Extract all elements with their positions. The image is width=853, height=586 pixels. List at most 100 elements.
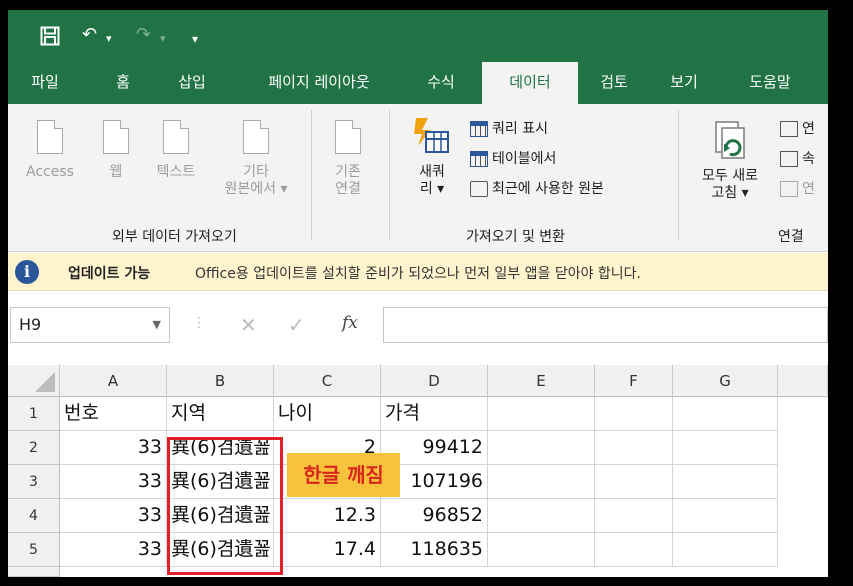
cell-g3[interactable] [673, 465, 778, 499]
other-sources-button[interactable]: 기타 원본에서 ▾ [208, 120, 304, 198]
tab-view[interactable]: 보기 [660, 62, 708, 104]
cell-c5[interactable]: 17.4 [274, 533, 381, 567]
column-header-d[interactable]: D [381, 365, 488, 397]
web-button[interactable]: 웹 [96, 120, 136, 181]
tab-page-layout[interactable]: 페이지 레이아웃 [244, 62, 394, 104]
cell-a2[interactable]: 33 [60, 431, 167, 465]
formula-bar: H9 ▼ ⋮ ✕ ✓ fx [8, 291, 828, 365]
redo-icon[interactable]: ↷ [136, 24, 151, 46]
cell-e5[interactable] [488, 533, 595, 567]
column-header-c[interactable]: C [274, 365, 381, 397]
cell-a4[interactable]: 33 [60, 499, 167, 533]
tab-insert[interactable]: 삽입 [168, 62, 216, 104]
formula-input[interactable] [383, 307, 828, 343]
ribbon-separator [311, 110, 312, 240]
cell-d5[interactable]: 118635 [381, 533, 488, 567]
customize-toolbar-icon[interactable]: ▾ [192, 28, 198, 50]
properties-button[interactable]: 속 [780, 148, 815, 170]
group-label-external-data: 외부 데이터 가져오기 [112, 229, 237, 245]
cell-c1[interactable]: 나이 [274, 397, 381, 431]
connections-label: 연 [802, 121, 815, 137]
connections-button[interactable]: 연 [780, 118, 815, 140]
access-button[interactable]: Access [20, 120, 80, 181]
cell-g5[interactable] [673, 533, 778, 567]
cell-d4[interactable]: 96852 [381, 499, 488, 533]
group-label-get-transform: 가져오기 및 변환 [466, 229, 566, 245]
grip-icon: ⋮ [192, 315, 206, 331]
column-header-g[interactable]: G [673, 365, 778, 397]
from-table-button[interactable]: 테이블에서 [470, 148, 556, 170]
redo-dropdown-icon[interactable]: ▾ [160, 28, 166, 50]
column-header-e[interactable]: E [488, 365, 595, 397]
cancel-icon[interactable]: ✕ [240, 313, 257, 337]
name-box-dropdown-icon[interactable]: ▼ [153, 308, 161, 342]
row-header-3[interactable]: 3 [8, 465, 60, 499]
column-header-next[interactable] [778, 365, 828, 397]
tab-review[interactable]: 검토 [590, 62, 638, 104]
save-icon[interactable] [40, 26, 60, 46]
cell-e4[interactable] [488, 499, 595, 533]
cell-f4[interactable] [595, 499, 673, 533]
edit-links-label: 연 [802, 181, 815, 197]
other-sources-label-1: 기타 [243, 164, 269, 180]
cell-g4[interactable] [673, 499, 778, 533]
tab-file[interactable]: 파일 [22, 62, 68, 104]
row-header-1[interactable]: 1 [8, 397, 60, 431]
new-query-icon [414, 118, 449, 153]
column-header-b[interactable]: B [167, 365, 274, 397]
worksheet-grid: A B C D E F G 1 2 3 4 5 번호 지역 나이 가격 33 異… [8, 365, 828, 577]
enter-icon[interactable]: ✓ [288, 313, 305, 337]
refresh-all-label-2: 고침 ▾ [711, 185, 749, 201]
info-message: Office용 업데이트를 설치할 준비가 되었으나 먼저 일부 앱을 닫아야 … [195, 266, 642, 282]
other-sources-label-2: 원본에서 ▾ [224, 181, 288, 197]
text-file-icon [163, 120, 189, 154]
column-header-f[interactable]: F [595, 365, 673, 397]
cell-c4[interactable]: 12.3 [274, 499, 381, 533]
row-header-4[interactable]: 4 [8, 499, 60, 533]
cell-e3[interactable] [488, 465, 595, 499]
tab-data[interactable]: 데이터 [482, 62, 578, 104]
connections-icon [780, 121, 798, 137]
refresh-all-button[interactable]: 모두 새로 고침 ▾ [688, 120, 772, 202]
row-header-5[interactable]: 5 [8, 533, 60, 567]
title-bar: ↶ ▾ ↷ ▾ ▾ [8, 10, 828, 62]
recent-sources-button[interactable]: 최근에 사용한 원본 [470, 178, 604, 200]
row-header-6[interactable] [8, 567, 60, 577]
cell-g2[interactable] [673, 431, 778, 465]
cell-f1[interactable] [595, 397, 673, 431]
cell-g1[interactable] [673, 397, 778, 431]
cell-a1[interactable]: 번호 [60, 397, 167, 431]
ribbon-tabs: 파일 홈 삽입 페이지 레이아웃 수식 데이터 검토 보기 도움말 [8, 62, 828, 104]
cell-b1[interactable]: 지역 [167, 397, 274, 431]
cell-e2[interactable] [488, 431, 595, 465]
cell-d1[interactable]: 가격 [381, 397, 488, 431]
show-queries-button[interactable]: 쿼리 표시 [470, 118, 548, 140]
new-query-button[interactable]: 새쿼 리 ▾ [406, 116, 458, 198]
tab-help[interactable]: 도움말 [736, 62, 804, 104]
access-label: Access [26, 164, 74, 180]
undo-icon[interactable]: ↶ [82, 24, 97, 46]
column-header-a[interactable]: A [60, 365, 167, 397]
new-query-label-2: 리 ▾ [419, 181, 445, 197]
text-label: 텍스트 [156, 164, 196, 180]
select-all-corner[interactable] [8, 365, 60, 397]
insert-function-icon[interactable]: fx [342, 313, 358, 333]
info-icon: i [15, 260, 39, 284]
tab-formulas[interactable]: 수식 [416, 62, 466, 104]
undo-dropdown-icon[interactable]: ▾ [106, 28, 112, 50]
text-button[interactable]: 텍스트 [148, 120, 204, 181]
name-box[interactable]: H9 ▼ [10, 307, 170, 343]
existing-connections-button[interactable]: 기존 연결 [324, 120, 372, 198]
cell-a3[interactable]: 33 [60, 465, 167, 499]
cell-f2[interactable] [595, 431, 673, 465]
refresh-all-label-1: 모두 새로 [702, 168, 758, 184]
globe-icon [103, 120, 129, 154]
row-header-2[interactable]: 2 [8, 431, 60, 465]
cell-f5[interactable] [595, 533, 673, 567]
cell-a5[interactable]: 33 [60, 533, 167, 567]
cell-f3[interactable] [595, 465, 673, 499]
properties-label: 속 [802, 151, 815, 167]
edit-links-button[interactable]: 연 [780, 178, 815, 200]
tab-home[interactable]: 홈 [106, 62, 140, 104]
cell-e1[interactable] [488, 397, 595, 431]
